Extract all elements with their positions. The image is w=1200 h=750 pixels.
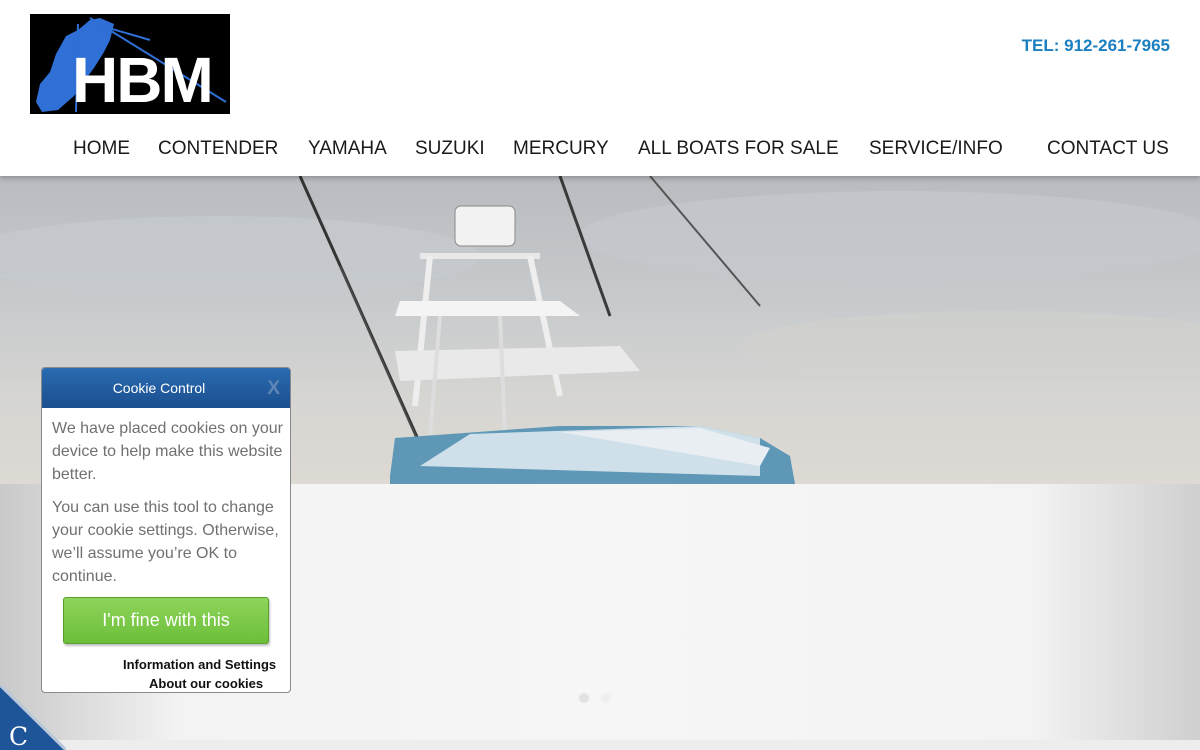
cookie-title: Cookie Control xyxy=(112,380,206,396)
accept-cookies-button[interactable]: I'm fine with this xyxy=(63,597,269,644)
cookie-paragraph-1: We have placed cookies on your device to… xyxy=(52,420,283,483)
nav-home[interactable]: HOME xyxy=(73,138,130,160)
slider-dot-2[interactable] xyxy=(601,693,611,703)
nav-suzuki[interactable]: SUZUKI xyxy=(415,138,485,160)
cookie-badge-letter[interactable]: C xyxy=(9,722,28,750)
nav-contender[interactable]: CONTENDER xyxy=(158,138,278,160)
close-icon[interactable]: X xyxy=(267,378,280,400)
hbm-logo[interactable]: HBM xyxy=(30,14,230,114)
nav-all-boats-for-sale[interactable]: ALL BOATS FOR SALE xyxy=(638,138,839,160)
cookie-control-panel: Cookie Control X We have placed cookies … xyxy=(41,367,291,693)
main-nav: HOME CONTENDER YAMAHA SUZUKI MERCURY ALL… xyxy=(0,138,1200,166)
slider-dot-1[interactable] xyxy=(579,693,589,703)
nav-service-info[interactable]: SERVICE/INFO xyxy=(869,138,1003,160)
cookie-paragraph-2: You can use this tool to change your coo… xyxy=(52,499,279,585)
nav-contact-us[interactable]: CONTACT US xyxy=(1047,138,1169,160)
cookie-header: Cookie Control X xyxy=(42,368,290,408)
nav-mercury[interactable]: MERCURY xyxy=(513,138,609,160)
footer-strip xyxy=(0,740,1200,750)
site-header: HBM TEL: 912-261-7965 HOME CONTENDER YAM… xyxy=(0,0,1200,176)
logo-text: HBM xyxy=(72,44,212,114)
logo-graphic: HBM xyxy=(36,17,227,114)
cookie-info-link[interactable]: Information and Settings xyxy=(123,657,276,672)
phone-number[interactable]: TEL: 912-261-7965 xyxy=(1022,36,1170,56)
cookie-about-link[interactable]: About our cookies xyxy=(149,676,263,691)
nav-yamaha[interactable]: YAMAHA xyxy=(308,138,387,160)
